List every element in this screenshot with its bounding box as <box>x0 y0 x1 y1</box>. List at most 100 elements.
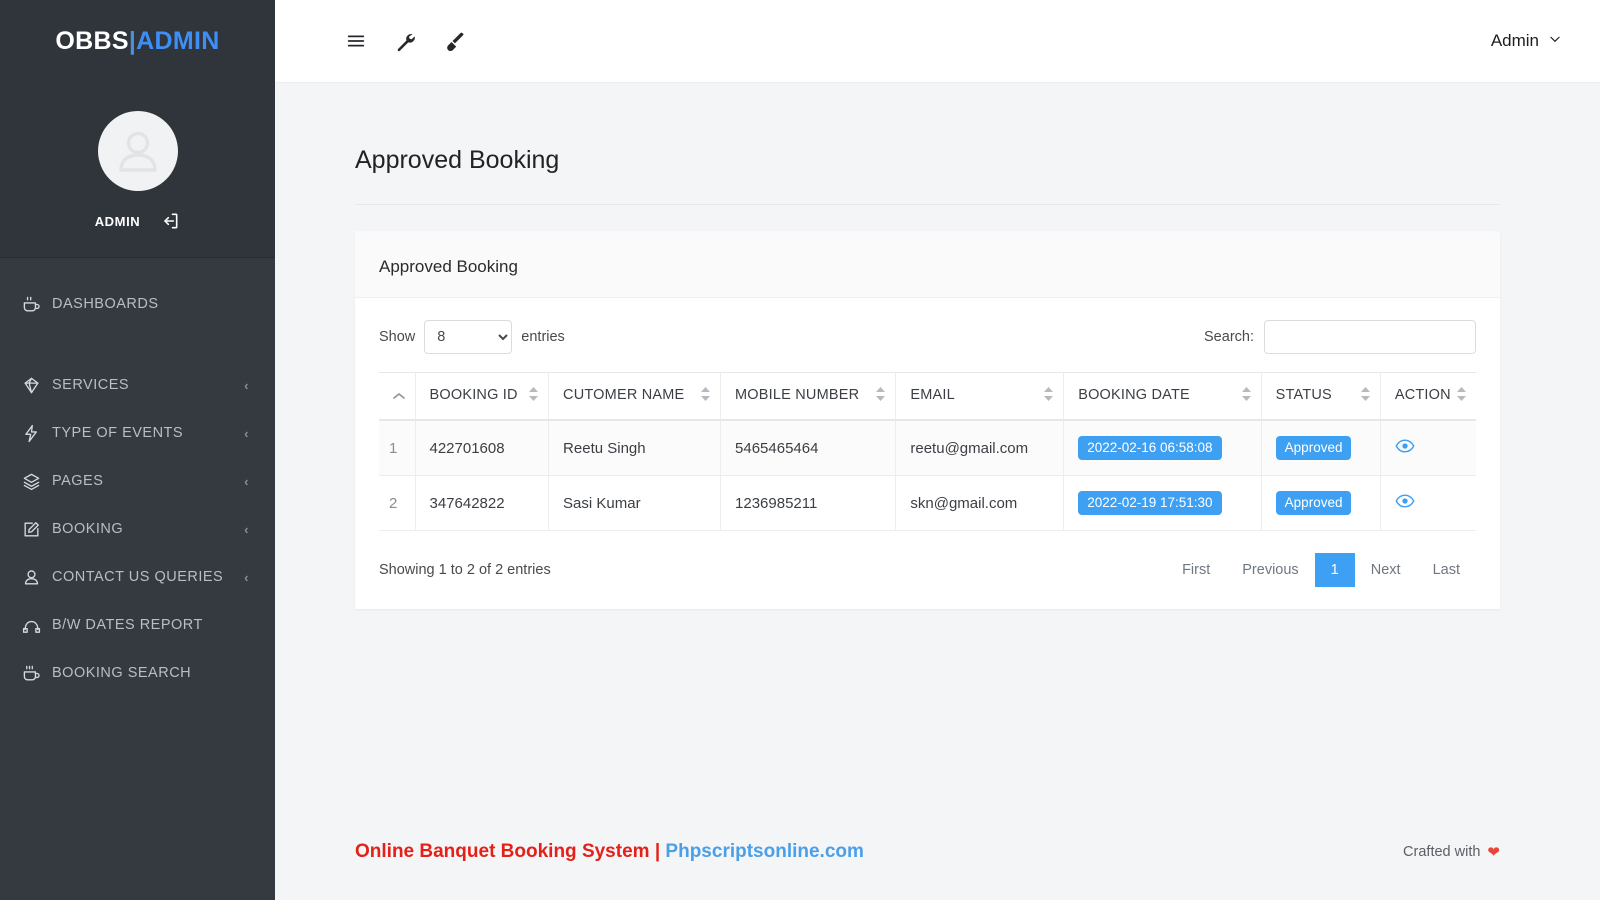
sidebar-item-dashboards[interactable]: DASHBOARDS <box>0 280 275 328</box>
heart-icon: ❤ <box>1487 844 1500 861</box>
admin-dropdown[interactable]: Admin <box>1491 31 1562 51</box>
cell-email: skn@gmail.com <box>895 475 1065 531</box>
avatar[interactable] <box>97 111 178 191</box>
sidebar-item-contact-us-queries[interactable]: CONTACT US QUERIES ‹ <box>0 553 275 601</box>
table-row[interactable]: 1 422701608 Reetu Singh 5465465464 reetu… <box>379 420 1476 476</box>
cell-action <box>1380 475 1476 531</box>
user-avatar-icon <box>118 131 157 172</box>
approved-booking-table: BOOKING ID CUTOMER NAME MOBILE NUMBER EM… <box>379 372 1476 531</box>
paintbrush-icon[interactable] <box>443 30 465 52</box>
sort-both-icon <box>1241 387 1251 401</box>
cell-customer-name: Sasi Kumar <box>548 475 722 531</box>
sidebar-item-pages[interactable]: PAGES ‹ <box>0 457 275 505</box>
column-header-action[interactable]: ACTION <box>1380 372 1476 421</box>
cell-booking-id: 422701608 <box>415 420 550 476</box>
sidebar-item-label: BOOKING <box>52 521 124 537</box>
sort-both-icon <box>529 387 539 401</box>
topbar: Admin <box>275 0 1600 83</box>
eye-icon[interactable] <box>1395 491 1415 511</box>
cell-status: Approved <box>1261 420 1381 476</box>
coffee-cup-icon <box>22 664 52 683</box>
cell-customer-name: Reetu Singh <box>548 420 722 476</box>
pagination: First Previous 1 Next Last <box>1166 553 1476 587</box>
sidebar-item-label: BOOKING SEARCH <box>52 665 192 681</box>
layers-icon <box>22 472 52 491</box>
edit-square-icon <box>22 520 52 539</box>
column-header-mobile-number[interactable]: MOBILE NUMBER <box>720 372 897 421</box>
approved-booking-card: Approved Booking Show 8 10 25 50 100 <box>355 231 1500 609</box>
cell-booking-id: 347642822 <box>415 475 550 531</box>
sidebar-item-bw-dates-report[interactable]: B/W DATES REPORT <box>0 601 275 649</box>
search-label: Search: <box>1204 329 1254 345</box>
footer-link[interactable]: Phpscriptsonline.com <box>665 841 863 862</box>
column-header-label: BOOKING ID <box>429 387 518 403</box>
column-header-booking-id[interactable]: BOOKING ID <box>415 372 550 421</box>
chevron-left-icon: ‹ <box>244 377 249 393</box>
app-root: OBBS|ADMIN ADMIN DASHBOARDS SERVICES ‹ T… <box>0 0 1600 900</box>
sidebar-item-label: B/W DATES REPORT <box>52 617 203 633</box>
pagination-first[interactable]: First <box>1166 553 1226 587</box>
hamburger-menu-icon[interactable] <box>345 30 367 52</box>
search-control: Search: <box>1204 320 1476 354</box>
column-header-label: ACTION <box>1394 387 1451 403</box>
column-header-label: BOOKING DATE <box>1078 387 1190 403</box>
table-header-row: BOOKING ID CUTOMER NAME MOBILE NUMBER EM… <box>379 372 1476 421</box>
sidebar-item-label: DASHBOARDS <box>52 296 159 312</box>
column-header-label: EMAIL <box>910 387 955 403</box>
datatable-controls: Show 8 10 25 50 100 entries <box>379 320 1476 354</box>
sidebar-item-booking-search[interactable]: BOOKING SEARCH <box>0 649 275 697</box>
sidebar-item-services[interactable]: SERVICES ‹ <box>0 361 275 409</box>
logout-icon[interactable] <box>160 211 180 231</box>
column-header-email[interactable]: EMAIL <box>895 372 1065 421</box>
eye-icon[interactable] <box>1395 436 1415 456</box>
table-head: BOOKING ID CUTOMER NAME MOBILE NUMBER EM… <box>379 372 1476 421</box>
card-title: Approved Booking <box>379 257 518 276</box>
column-header-label: CUTOMER NAME <box>563 387 685 403</box>
table-row[interactable]: 2 347642822 Sasi Kumar 1236985211 skn@gm… <box>379 475 1476 531</box>
cell-booking-date: 2022-02-19 17:51:30 <box>1063 475 1262 531</box>
chevron-left-icon: ‹ <box>244 569 249 585</box>
wrench-icon[interactable] <box>394 30 416 52</box>
footer-brand-text: Online Banquet Booking System | <box>355 841 661 862</box>
cell-booking-date: 2022-02-16 06:58:08 <box>1063 420 1262 476</box>
sidebar-item-label: TYPE OF EVENTS <box>52 425 184 441</box>
column-header-index[interactable] <box>379 372 416 421</box>
column-header-status[interactable]: STATUS <box>1261 372 1381 421</box>
sort-both-icon <box>701 387 711 401</box>
topbar-icon-group <box>345 30 465 52</box>
table-info: Showing 1 to 2 of 2 entries <box>379 562 551 578</box>
pagination-page-1[interactable]: 1 <box>1314 553 1355 587</box>
sort-both-icon <box>1044 387 1054 401</box>
page-length-control: Show 8 10 25 50 100 entries <box>379 320 565 354</box>
sort-both-icon <box>876 387 886 401</box>
pagination-next[interactable]: Next <box>1355 553 1417 587</box>
profile-name: ADMIN <box>94 213 141 229</box>
brand-logo[interactable]: OBBS|ADMIN <box>0 0 275 83</box>
page-header: Approved Booking <box>355 146 1500 205</box>
user-icon <box>22 568 52 587</box>
page-length-select[interactable]: 8 10 25 50 100 <box>424 320 513 354</box>
content-area: Approved Booking Approved Booking Show 8… <box>275 83 1600 804</box>
page-title: Approved Booking <box>355 146 560 174</box>
pagination-previous[interactable]: Previous <box>1226 553 1314 587</box>
sidebar-profile: ADMIN <box>0 83 275 258</box>
footer-right: Crafted with ❤ <box>1403 843 1500 861</box>
column-header-booking-date[interactable]: BOOKING DATE <box>1063 372 1262 421</box>
cell-email: reetu@gmail.com <box>895 420 1065 476</box>
sidebar-item-type-of-events[interactable]: TYPE OF EVENTS ‹ <box>0 409 275 457</box>
column-header-customer-name[interactable]: CUTOMER NAME <box>548 372 722 421</box>
pagination-last[interactable]: Last <box>1417 553 1476 587</box>
card-body: Show 8 10 25 50 100 entries <box>355 298 1500 609</box>
column-header-label: MOBILE NUMBER <box>735 387 860 403</box>
sidebar-nav: DASHBOARDS SERVICES ‹ TYPE OF EVENTS ‹ P… <box>0 258 275 697</box>
sidebar-item-label: PAGES <box>52 473 104 489</box>
sidebar-item-booking[interactable]: BOOKING ‹ <box>0 505 275 553</box>
cell-mobile-number: 5465465464 <box>720 420 897 476</box>
chevron-left-icon: ‹ <box>244 521 249 537</box>
page-footer: Online Banquet Booking System | Phpscrip… <box>275 804 1600 900</box>
admin-dropdown-label: Admin <box>1490 31 1539 50</box>
entries-label: entries <box>521 329 565 345</box>
sort-both-icon <box>1457 387 1466 401</box>
show-label: Show <box>379 329 416 345</box>
search-input[interactable] <box>1264 320 1476 354</box>
